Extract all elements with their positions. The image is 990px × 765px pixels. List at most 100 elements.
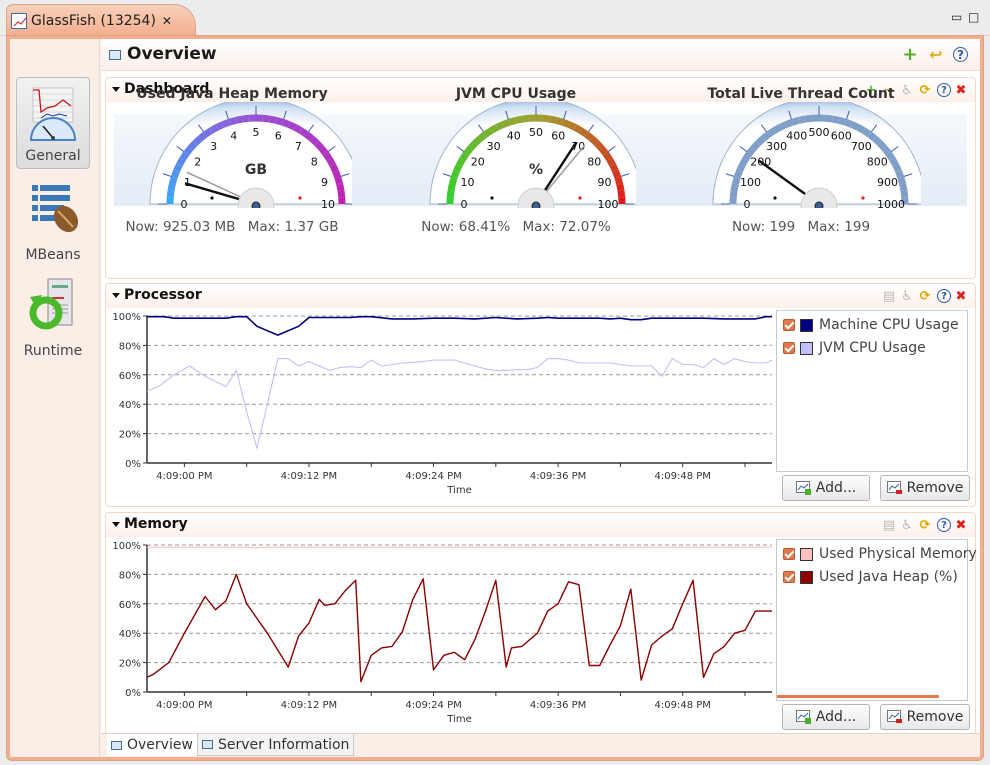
gauge-arc-segment [555, 116, 564, 126]
add-button[interactable]: Add... [782, 704, 870, 730]
gauge-arc-segment [501, 118, 511, 128]
back-arrow-icon[interactable]: ↩ [927, 45, 945, 64]
help-icon[interactable]: ? [937, 289, 951, 303]
gauge-arc-segment [489, 124, 499, 134]
gauge-arc-segment [467, 140, 478, 151]
gauge-tick-label: 1 [184, 176, 191, 189]
chart-icon [11, 12, 27, 29]
gauge-tick-label: 80 [587, 156, 601, 169]
help-icon[interactable]: ? [937, 83, 951, 97]
gauge-hub-center [814, 201, 824, 208]
minimize-icon[interactable]: ▭ [951, 10, 962, 24]
gauge-tick-label: 0 [461, 198, 468, 208]
remove-button[interactable]: Remove [880, 704, 970, 730]
section-title: Memory [124, 516, 188, 532]
sidebar-item-mbeans[interactable]: MBeans [16, 175, 90, 267]
gauge-min-dot [773, 196, 777, 200]
gauge-arc-segment [899, 183, 908, 192]
gauge-arc-segment [322, 151, 333, 161]
legend-swatch [800, 547, 813, 561]
memory-header[interactable]: Memory ▤ ♿ ⟳? ✖ [106, 513, 975, 537]
x-tick-label: 4:09:00 PM [156, 700, 212, 711]
sidebar-item-runtime[interactable]: Runtime [16, 271, 90, 363]
gauge-tick-label: 4 [230, 130, 237, 143]
editor-tab-glassfish[interactable]: GlassFish (13254) ✕ [6, 4, 196, 36]
memory-legend: Used Physical Memory Used Java Heap (%) [776, 539, 977, 701]
legend-item[interactable]: Used Java Heap (%) [783, 567, 958, 587]
gauge-arc-segment [867, 131, 878, 142]
gauge-max-dot [861, 196, 865, 200]
legend-checkbox[interactable] [783, 319, 795, 331]
chart-settings-icon[interactable]: ▤ [881, 517, 897, 533]
gauge-1: JVM CPU Usage Now: 68.41% Max: 72.07% 0 1… [396, 78, 636, 258]
gauge-tick-label: 20 [471, 156, 485, 169]
refresh-icon[interactable]: ⟳ [917, 288, 933, 304]
gauge-arc-segment [521, 114, 530, 123]
gauge-arc-segment [895, 169, 905, 179]
y-tick-label: 80% [119, 341, 141, 352]
legend-checkbox[interactable] [783, 342, 795, 354]
gauge-tick-label: 1000 [877, 198, 905, 208]
legend-item[interactable]: Machine CPU Usage [783, 315, 959, 335]
sidebar-item-general[interactable]: General [16, 77, 90, 169]
accessibility-icon[interactable]: ♿ [899, 517, 915, 533]
gauge-2: Total Live Thread Count Now: 199 Max: 19… [681, 78, 921, 258]
gauge-arc-segment [889, 157, 899, 167]
add-icon[interactable]: + [901, 44, 919, 65]
tab-server-information[interactable]: Server Information [197, 734, 355, 756]
gauge-min-dot [210, 196, 214, 200]
legend-scrollbar[interactable] [777, 695, 939, 698]
gauge-arc-segment [885, 151, 896, 161]
gauge-arc-segment [850, 121, 860, 131]
x-tick-label: 4:09:12 PM [281, 700, 337, 711]
maximize-icon[interactable]: □ [968, 10, 979, 24]
gauge-arc-segment [477, 131, 488, 142]
gauge-arc-segment [463, 145, 474, 156]
gauge-tick-label: 600 [831, 130, 852, 143]
gauge-arc-segment [179, 151, 190, 161]
gauge-title: JVM CPU Usage [455, 86, 577, 102]
close-icon[interactable]: ✖ [953, 517, 969, 533]
series-line-used-java-heap [146, 573, 772, 683]
gauge-tick-label: 300 [766, 140, 787, 153]
legend-checkbox[interactable] [783, 571, 795, 583]
help-icon[interactable]: ? [937, 518, 951, 532]
close-icon[interactable]: ✖ [953, 288, 969, 304]
collapse-arrow-icon[interactable] [112, 522, 120, 527]
y-tick-label: 100% [112, 312, 141, 323]
gauge-now: Now: 68.41% [421, 219, 511, 235]
sidebar-item-label: Runtime [23, 343, 83, 359]
remove-button[interactable]: Remove [880, 475, 970, 501]
tab-label: Overview [127, 737, 193, 753]
sidebar-item-label: MBeans [25, 247, 81, 263]
gauge-arc-segment [168, 176, 178, 185]
gauge-arc-segment [872, 135, 883, 146]
tab-close-icon[interactable]: ✕ [162, 14, 172, 28]
legend-checkbox[interactable] [783, 548, 795, 560]
gauge-tick-label: 10 [321, 198, 335, 208]
gauge-title: Total Live Thread Count [707, 86, 895, 102]
gauge-arc-segment [784, 118, 794, 128]
help-icon[interactable]: ? [953, 47, 968, 62]
processor-header[interactable]: Processor ▤ ♿ ⟳? ✖ [106, 284, 975, 308]
refresh-icon[interactable]: ⟳ [917, 517, 933, 533]
chart-settings-icon[interactable]: ▤ [881, 288, 897, 304]
tab-overview[interactable]: Overview [107, 734, 197, 756]
gauge-arc-segment [548, 115, 557, 124]
legend-item[interactable]: JVM CPU Usage [783, 338, 926, 358]
gauge-dial: 01002003004005006007008009001000 [712, 102, 921, 208]
gauge-arc-segment [584, 131, 595, 142]
gauge-arc-segment [448, 176, 458, 185]
add-button[interactable]: Add... [782, 475, 870, 501]
gauge-arc-segment [209, 124, 219, 134]
x-tick-label: 4:09:24 PM [405, 471, 461, 482]
close-icon[interactable]: ✖ [953, 82, 969, 98]
collapse-arrow-icon[interactable] [112, 293, 120, 298]
legend-item[interactable]: Used Physical Memory [783, 544, 977, 564]
legend-label: JVM CPU Usage [819, 340, 926, 356]
add-chart-icon [795, 710, 811, 724]
gauge-tick-label: 0 [744, 198, 751, 208]
gauge-unit: GB [245, 162, 267, 178]
accessibility-icon[interactable]: ♿ [899, 288, 915, 304]
x-tick-label: 4:09:48 PM [655, 471, 711, 482]
